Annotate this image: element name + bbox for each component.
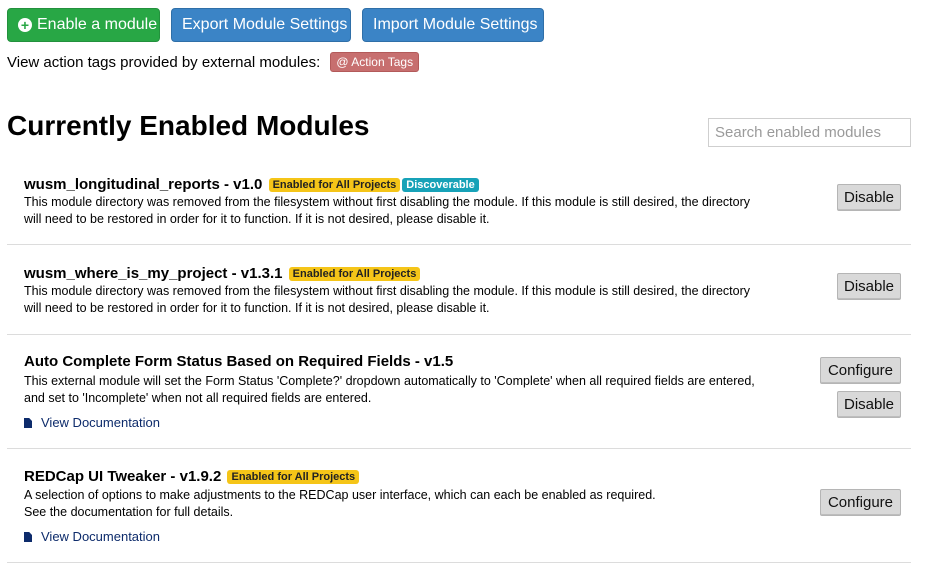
description-line: will need to be restored in order for it… [24,212,490,226]
view-documentation-label: View Documentation [41,529,160,544]
action-tags-row: View action tags provided by external mo… [7,52,420,72]
module-title: REDCap UI Tweaker - v1.9.2 [24,468,222,485]
disable-button[interactable]: Disable [837,184,901,211]
view-documentation-link[interactable]: View Documentation [24,529,160,544]
description-line: A selection of options to make adjustmen… [24,488,656,502]
disable-button[interactable]: Disable [837,391,901,418]
disable-button[interactable]: Disable [837,273,901,300]
search-input[interactable] [708,118,911,147]
configure-button[interactable]: Configure [820,489,901,516]
module-row: wusm_longitudinal_reports - v1.0 Enabled… [7,160,911,245]
module-description: This module directory was removed from t… [24,283,804,317]
description-line: This external module will set the Form S… [24,374,755,388]
view-documentation-label: View Documentation [41,415,160,430]
module-title-wrap: Auto Complete Form Status Based on Requi… [24,353,453,370]
module-title: wusm_where_is_my_project - v1.3.1 [24,265,283,282]
module-title-wrap: wusm_longitudinal_reports - v1.0 Enabled… [24,176,479,193]
module-row: wusm_where_is_my_project - v1.3.1 Enable… [7,245,911,335]
module-title: wusm_longitudinal_reports - v1.0 [24,176,263,193]
enabled-all-badge: Enabled for All Projects [227,470,360,484]
discoverable-badge: Discoverable [402,178,479,192]
module-description: This module directory was removed from t… [24,194,804,228]
file-icon [24,532,32,542]
enabled-all-badge: Enabled for All Projects [288,267,421,281]
description-line: See the documentation for full details. [24,505,234,519]
action-tags-button[interactable]: @ Action Tags [330,52,420,72]
page-title: Currently Enabled Modules [7,110,370,141]
enable-module-label: Enable a module [37,16,158,33]
description-line: This module directory was removed from t… [24,284,750,298]
module-row: REDCap UI Tweaker - v1.9.2 Enabled for A… [7,449,911,563]
description-line: This module directory was removed from t… [24,195,750,209]
view-documentation-link[interactable]: View Documentation [24,415,160,430]
export-settings-button[interactable]: Export Module Settings [171,8,351,42]
plus-circle-icon: + [18,18,32,32]
import-settings-button[interactable]: Import Module Settings [362,8,544,42]
module-row: Auto Complete Form Status Based on Requi… [7,335,911,449]
module-description: This external module will set the Form S… [24,373,804,407]
file-icon [24,418,32,428]
description-line: will need to be restored in order for it… [24,301,490,315]
module-title-wrap: REDCap UI Tweaker - v1.9.2 Enabled for A… [24,468,360,485]
module-title: Auto Complete Form Status Based on Requi… [24,353,454,370]
configure-button[interactable]: Configure [820,357,901,384]
action-tags-text: View action tags provided by external mo… [7,54,321,71]
module-description: A selection of options to make adjustmen… [24,487,804,521]
enable-module-button[interactable]: + Enable a module [7,8,160,42]
module-title-wrap: wusm_where_is_my_project - v1.3.1 Enable… [24,265,421,282]
description-line: and set to 'Incomplete' when not all req… [24,391,372,405]
enabled-all-badge: Enabled for All Projects [268,178,401,192]
